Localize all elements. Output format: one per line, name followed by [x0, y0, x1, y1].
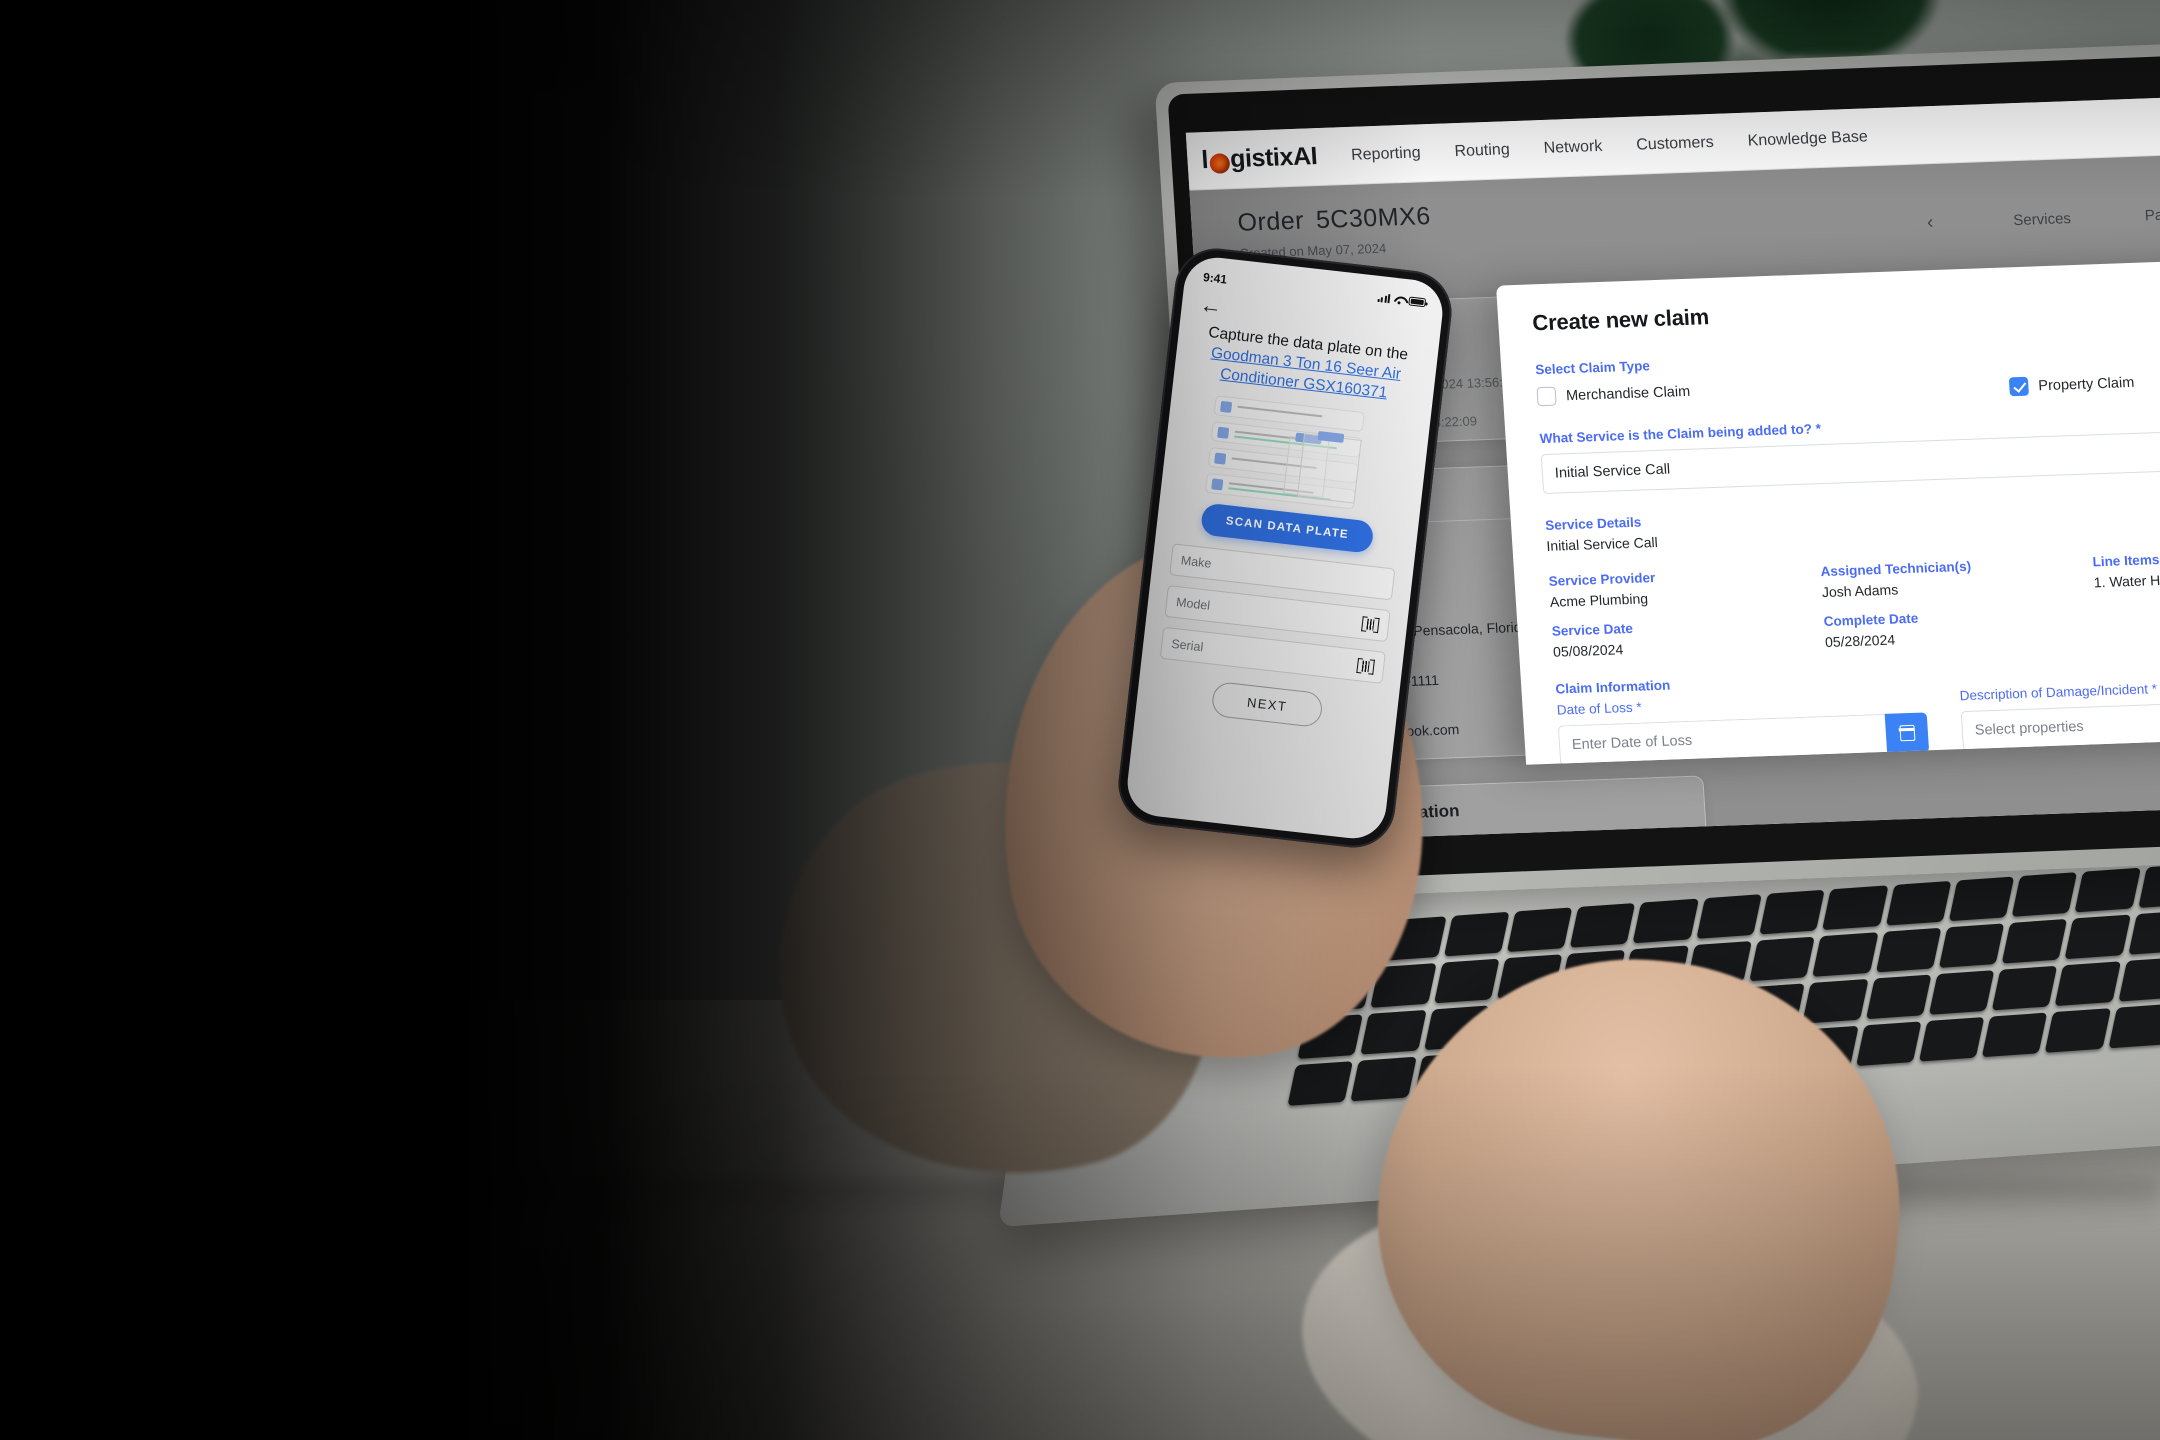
keyboard-key[interactable] [1981, 1012, 2048, 1058]
status-bar-time: 9:41 [1202, 270, 1228, 287]
keyboard-key[interactable] [2118, 956, 2160, 1002]
property-claim-checkbox[interactable] [2008, 376, 2029, 397]
keyboard-key[interactable] [1443, 911, 1510, 957]
keyboard-key[interactable] [1350, 1056, 1417, 1102]
keyboard-key[interactable] [1759, 889, 1826, 935]
merchandise-claim-label: Merchandise Claim [1565, 383, 1691, 404]
keyboard-key[interactable] [1928, 970, 1995, 1015]
keyboard-key[interactable] [1696, 894, 1762, 939]
battery-icon [1408, 295, 1427, 307]
illustration-clipboard-front [1296, 433, 1362, 505]
keyboard-key[interactable] [1632, 898, 1699, 944]
keyboard-key[interactable] [1506, 907, 1573, 953]
nav-item-customers[interactable]: Customers [1636, 133, 1714, 154]
phone-heading: Capture the data plate on the Goodman 3 … [1191, 322, 1420, 406]
keyboard-key[interactable] [1360, 1009, 1427, 1055]
serial-placeholder: Serial [1170, 637, 1204, 655]
properties-select[interactable]: Select properties [1960, 697, 2160, 752]
illustration-square [1214, 452, 1227, 465]
line-items-label: Line Items [2092, 552, 2160, 570]
keyboard-key[interactable] [1991, 965, 2058, 1011]
service-provider-value: Acme Plumbing [1549, 590, 1649, 610]
order-label: Order [1236, 206, 1305, 237]
service-date-label: Service Date [1551, 620, 1634, 639]
keyboard-key[interactable] [1918, 1016, 1985, 1062]
keyboard-key[interactable] [2137, 863, 2160, 908]
property-claim-label: Property Claim [2037, 374, 2135, 394]
tab-parts[interactable]: Parts [2144, 206, 2160, 224]
tab-services[interactable]: Services [2013, 210, 2072, 229]
back-icon[interactable]: ← [1199, 292, 1224, 320]
keyboard-key[interactable] [1802, 978, 1869, 1024]
make-placeholder: Make [1180, 553, 1213, 572]
keyboard-key[interactable] [1433, 958, 1500, 1004]
barcode-scan-icon[interactable] [1356, 658, 1375, 675]
keyboard-key[interactable] [1569, 903, 1636, 948]
model-placeholder: Model [1175, 595, 1211, 614]
service-provider-col: Service Provider Acme Plumbing Service D… [1547, 552, 1781, 660]
logo-prefix: l [1200, 145, 1209, 175]
create-claim-modal: Create new claim Select Claim Type Merch… [1496, 255, 2160, 765]
keyboard-key[interactable] [2001, 918, 2068, 964]
nav-item-reporting[interactable]: Reporting [1351, 144, 1421, 164]
keyboard-key[interactable] [1749, 936, 1816, 982]
keyboard-key[interactable] [1822, 885, 1889, 931]
merchandise-claim-option[interactable]: Merchandise Claim [1536, 370, 2009, 407]
illustration-square [1211, 478, 1224, 491]
service-details-grid: Service Provider Acme Plumbing Service D… [1547, 532, 2160, 660]
keyboard-key[interactable] [1865, 974, 1932, 1020]
line-items-col: Line Items 1. Water Hea [2091, 532, 2160, 640]
keyboard-key[interactable] [2045, 1008, 2111, 1053]
keyboard-key[interactable] [2074, 867, 2141, 913]
keyboard-key[interactable] [2108, 1003, 2160, 1049]
keyboard-key[interactable] [1948, 876, 2015, 922]
merchandise-claim-checkbox[interactable] [1536, 386, 1557, 407]
next-button[interactable]: NEXT [1210, 681, 1324, 729]
chevron-left-icon[interactable]: ‹ [1926, 212, 1934, 234]
complete-date-value: 05/28/2024 [1824, 631, 1896, 650]
photo-scene: l gistixAI Reporting Routing Network Cust… [0, 0, 2160, 1440]
service-provider-label: Service Provider [1548, 570, 1656, 589]
keyboard-key[interactable] [1875, 927, 1942, 973]
line-items-value: 1. Water Hea [2093, 571, 2160, 591]
status-bar-icons [1377, 292, 1427, 307]
date-of-loss-input[interactable]: Enter Date of Loss [1557, 713, 1888, 765]
keyboard-key[interactable] [1938, 923, 2005, 969]
cellular-signal-icon [1377, 292, 1391, 303]
logo-swirl-icon [1208, 152, 1230, 174]
keyboard-key[interactable] [1885, 880, 1952, 926]
keyboard-key[interactable] [2011, 872, 2078, 917]
keyboard-key[interactable] [1812, 932, 1879, 977]
keyboard-key[interactable] [2128, 910, 2160, 955]
complete-date-label: Complete Date [1823, 610, 1919, 630]
nav-item-routing[interactable]: Routing [1454, 141, 1510, 161]
service-date-value: 05/08/2024 [1552, 641, 1624, 660]
assigned-technician-value: Josh Adams [1821, 581, 1899, 601]
wifi-icon [1393, 294, 1405, 304]
nav-item-knowledge-base[interactable]: Knowledge Base [1747, 128, 1868, 150]
technician-col: Assigned Technician(s) Josh Adams Comple… [1819, 542, 2053, 650]
nav-item-network[interactable]: Network [1543, 137, 1603, 157]
illustration-square [1217, 426, 1230, 439]
illustration-lines [1237, 405, 1358, 424]
logo-logistixai[interactable]: l gistixAI [1201, 142, 1318, 175]
calendar-icon[interactable] [1884, 712, 1930, 754]
illustration-square [1220, 400, 1233, 413]
date-of-loss-group: Date of Loss * Enter Date of Loss [1556, 689, 1930, 765]
order-number: 5C30MX6 [1315, 202, 1432, 235]
modal-title: Create new claim [1531, 304, 1710, 336]
keyboard-key[interactable] [1855, 1021, 1922, 1067]
assigned-technician-label: Assigned Technician(s) [1820, 558, 1972, 580]
barcode-scan-icon[interactable] [1361, 616, 1380, 633]
logo-suffix: gistixAI [1229, 142, 1319, 174]
keyboard-key[interactable] [1287, 1061, 1354, 1106]
keyboard-key[interactable] [2064, 914, 2131, 960]
property-claim-option[interactable]: Property Claim [2008, 367, 2160, 397]
damage-description-group: Description of Damage/Incident * Select … [1959, 675, 2160, 752]
keyboard-key[interactable] [2054, 961, 2121, 1007]
